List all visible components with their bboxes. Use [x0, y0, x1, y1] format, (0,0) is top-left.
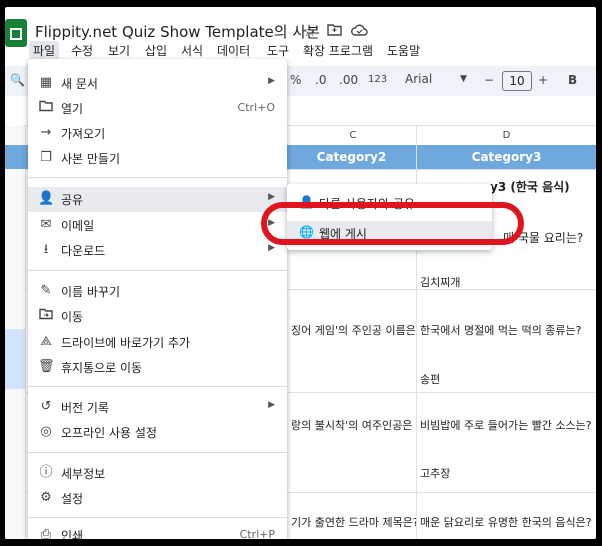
file-menu-dropdown: ▦ 새 문서 ▶ 열기 Ctrl+O → 가져오기 ❐ 사본 만들기 👤 공유 …	[28, 59, 287, 539]
move-folder-icon[interactable]	[327, 22, 342, 40]
submenu-arrow-icon: ▶	[268, 400, 275, 410]
menu-data[interactable]: 데이터	[213, 41, 254, 61]
font-dropdown-arrow-icon[interactable]: ▼	[460, 74, 467, 84]
folder-icon	[38, 100, 54, 116]
menu-item-settings[interactable]: ⚙ 설정	[28, 486, 287, 511]
menu-divider	[28, 517, 287, 518]
info-icon: ⓘ	[39, 465, 53, 480]
import-arrow-icon: →	[40, 125, 52, 140]
menu-help[interactable]: 도움말	[383, 41, 424, 61]
menu-file[interactable]: 파일	[29, 41, 60, 61]
selected-row-header	[5, 329, 25, 389]
category2-header-cell[interactable]: Category2	[287, 145, 416, 169]
download-icon: ⭳	[43, 242, 49, 257]
menu-item-rename[interactable]: ✎ 이름 바꾸기	[28, 279, 287, 304]
highlight-annotation-ring	[261, 202, 524, 245]
column-header-d[interactable]: D	[417, 127, 596, 145]
menu-extensions[interactable]: 확장 프로그램	[299, 41, 377, 61]
offline-check-icon: ◎	[40, 424, 52, 439]
menu-divider	[28, 177, 287, 178]
menu-item-add-shortcut[interactable]: ⟁ 드라이브에 바로가기 추가	[28, 330, 287, 355]
number-format-button[interactable]: 123	[368, 74, 387, 85]
cloud-status-icon[interactable]	[351, 22, 368, 40]
drive-shortcut-icon: ⟁	[40, 334, 52, 349]
cell-d-answer-3[interactable]: 고추장	[420, 465, 450, 481]
email-icon: ✉	[40, 217, 52, 232]
percent-format-button[interactable]: %	[290, 73, 301, 87]
cell-d-answer-2[interactable]: 송편	[420, 371, 440, 387]
share-person-icon: 👤	[38, 191, 55, 206]
gear-icon: ⚙	[40, 490, 52, 505]
submenu-arrow-icon: ▶	[268, 243, 275, 253]
category3-header-cell[interactable]: Category3	[417, 145, 596, 169]
cell-d-category-title[interactable]: y3 (한국 음식)	[490, 178, 570, 195]
cell-d-question-2[interactable]: 한국에서 명절에 먹는 떡의 종류는?	[420, 322, 582, 338]
menu-item-share[interactable]: 👤 공유 ▶	[28, 187, 287, 212]
menu-view[interactable]: 보기	[104, 41, 134, 61]
decrease-decimal-button[interactable]: .0	[315, 73, 326, 87]
font-size-input[interactable]: 10	[502, 71, 532, 91]
cell-d-answer-1[interactable]: 김치찌개	[420, 274, 460, 290]
menu-divider	[28, 386, 287, 387]
column-header-c[interactable]: C	[290, 127, 416, 145]
menu-item-new[interactable]: ▦ 새 문서 ▶	[28, 71, 287, 96]
menu-item-details[interactable]: ⓘ 세부정보	[28, 461, 287, 486]
cell-c-question-2[interactable]: 징어 게임'의 주인공 이름은	[291, 322, 416, 338]
cell-c-question-4[interactable]: 기가 출연한 드라마 제목은?	[291, 514, 416, 530]
cell-d-question-3[interactable]: 비빔밥에 주로 들어가는 빨간 소스는?	[420, 417, 592, 433]
menu-item-offline[interactable]: ◎ 오프라인 사용 설정	[28, 420, 287, 445]
menu-insert[interactable]: 삽입	[141, 41, 171, 61]
cell-d-question-4[interactable]: 매운 닭요리로 유명한 한국의 음식은?	[420, 514, 592, 530]
copy-icon: ❐	[40, 150, 52, 165]
menu-item-import[interactable]: → 가져오기	[28, 121, 287, 146]
menu-item-move[interactable]: 이동	[28, 304, 287, 329]
menu-item-version-history[interactable]: ↺ 버전 기록 ▶	[28, 395, 287, 420]
menu-item-trash[interactable]: 🗑 휴지통으로 이동	[28, 355, 287, 380]
menu-tools[interactable]: 도구	[263, 41, 293, 61]
decrease-font-size-button[interactable]: −	[484, 73, 494, 87]
submenu-arrow-icon: ▶	[268, 192, 275, 202]
rename-pencil-icon: ✎	[40, 283, 52, 298]
increase-font-size-button[interactable]: +	[538, 73, 548, 87]
submenu-arrow-icon: ▶	[268, 76, 275, 86]
star-icon[interactable]: ☆	[303, 22, 316, 40]
menu-divider	[28, 452, 287, 453]
font-family-select[interactable]: Arial	[405, 72, 432, 86]
menu-item-print[interactable]: ⎙ 인쇄 Ctrl+P	[28, 523, 287, 539]
menu-item-make-copy[interactable]: ❐ 사본 만들기	[28, 146, 287, 171]
sheets-logo-icon[interactable]	[5, 19, 27, 47]
menu-edit[interactable]: 수정	[67, 41, 97, 61]
cell-c-question-3[interactable]: 랑의 불시착'의 여주인공은	[291, 417, 416, 433]
history-icon: ↺	[40, 399, 52, 414]
trash-icon: 🗑	[38, 359, 55, 374]
menu-item-download[interactable]: ⭳ 다운로드 ▶	[28, 238, 287, 263]
app-window: Flippity.net Quiz Show Template의 사본 ☆ 파일…	[5, 7, 596, 539]
search-menus-icon[interactable]: 🔍	[10, 73, 25, 87]
menu-format[interactable]: 서식	[177, 41, 207, 61]
menu-item-email[interactable]: ✉ 이메일 ▶	[28, 213, 287, 238]
bold-button[interactable]: B	[568, 73, 577, 87]
increase-decimal-button[interactable]: .00	[339, 73, 358, 87]
document-title[interactable]: Flippity.net Quiz Show Template의 사본	[35, 21, 320, 42]
add-sheet-icon: ▦	[39, 75, 53, 90]
print-icon: ⎙	[40, 527, 52, 539]
menu-item-open[interactable]: 열기 Ctrl+O	[28, 96, 287, 121]
move-folder-icon	[38, 308, 54, 324]
menu-divider	[28, 270, 287, 271]
